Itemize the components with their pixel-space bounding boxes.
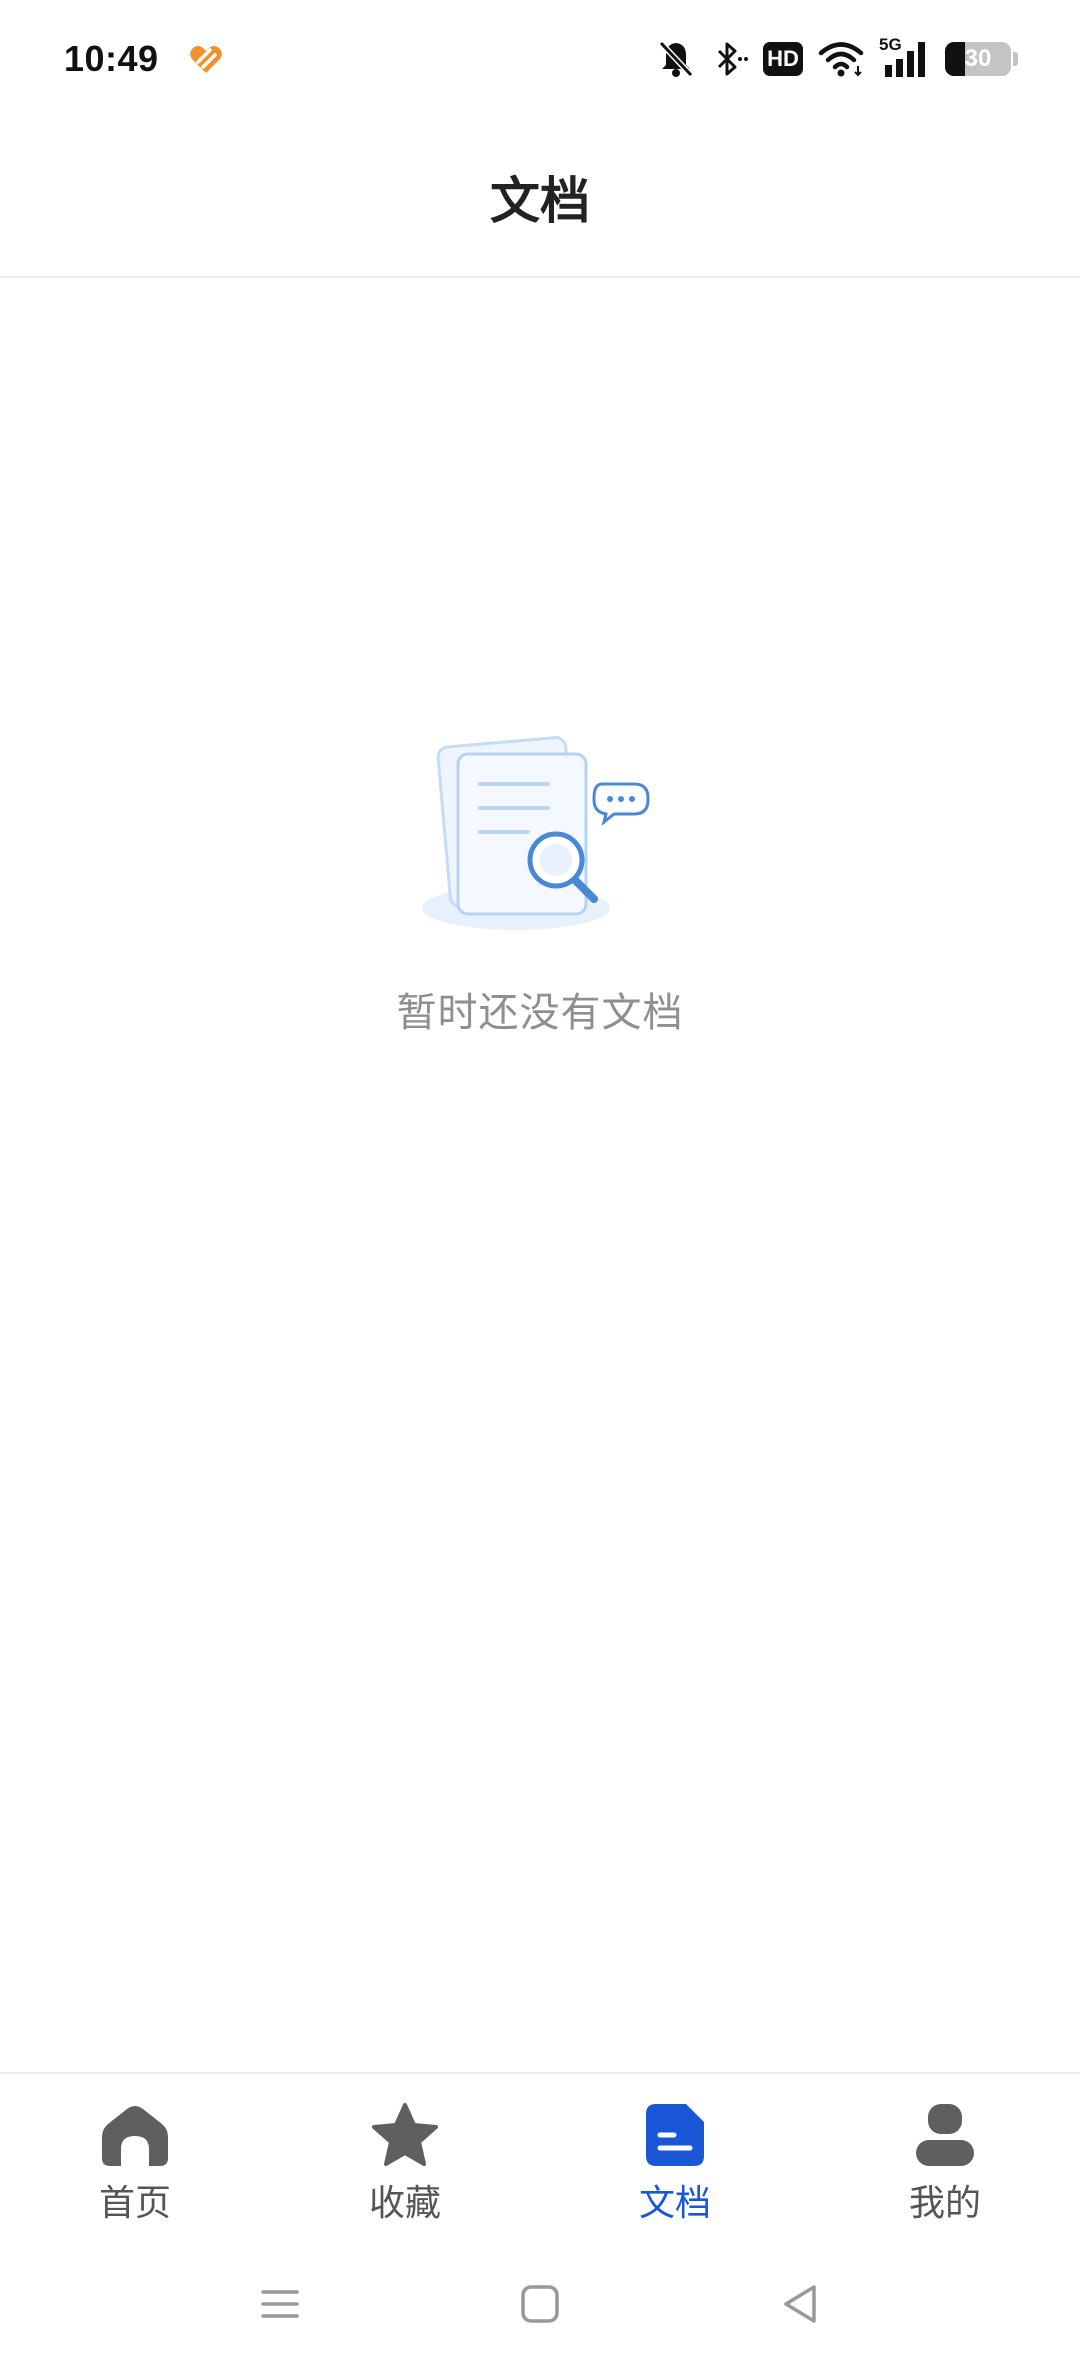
tab-label: 我的 [908,2183,981,2224]
empty-message: 暂时还没有文档 [396,990,684,1036]
profile-icon [910,2100,980,2170]
wifi-icon [817,40,865,78]
battery-tip [1013,52,1018,66]
menu-icon[interactable] [250,2274,310,2334]
status-bar: 10:49 HD 5G 30 [0,0,1080,118]
empty-state: 暂时还没有文档 [0,720,1080,1038]
document-icon [640,2100,710,2170]
hd-icon: HD [763,42,803,76]
tab-documents[interactable]: 文档 [540,2074,810,2232]
battery-icon: 30 [945,42,1018,76]
battery-body: 30 [945,42,1011,76]
tab-label: 收藏 [368,2183,441,2224]
page-title: 文档 [490,172,590,230]
home-icon [100,2100,170,2170]
signal-5g-icon: 5G [879,35,931,79]
tab-home[interactable]: 首页 [0,2074,270,2232]
document-search-illustration [420,720,660,940]
back-icon[interactable] [770,2274,830,2334]
tab-profile[interactable]: 我的 [810,2074,1080,2232]
orange-heart-app-icon [187,40,225,78]
tab-label: 文档 [638,2183,711,2224]
bottom-tab-bar: 首页 收藏 文档 我的 [0,2072,1080,2232]
system-nav-bar [0,2232,1080,2376]
status-icons: HD 5G 30 [657,35,1018,79]
home-square-icon[interactable] [510,2274,570,2334]
screen: 10:49 HD 5G 30 文档 暂时还没有文档 首页 收藏 文档 我的 [0,0,1080,2376]
bluetooth-icon [709,39,749,79]
app-header: 文档 [0,118,1080,278]
tab-label: 首页 [98,2183,171,2224]
tab-favorites[interactable]: 收藏 [270,2074,540,2232]
bell-muted-icon [657,39,695,79]
star-icon [370,2100,440,2170]
battery-level: 30 [964,45,992,72]
status-time: 10:49 [64,38,159,79]
